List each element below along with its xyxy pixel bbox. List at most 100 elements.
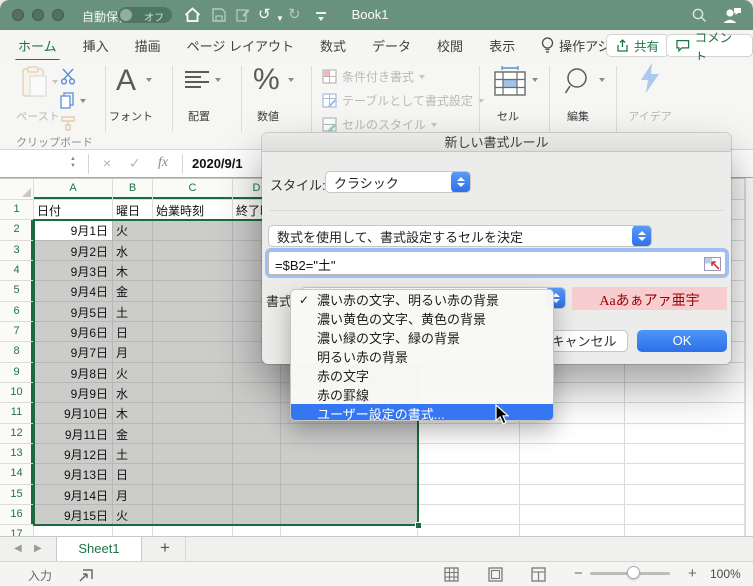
menu-item[interactable]: 明るい赤の背景 <box>291 347 553 366</box>
number-format-icon[interactable]: % <box>253 65 280 95</box>
rule-type-dropdown[interactable]: 数式を使用して、書式設定するセルを決定 <box>268 225 652 247</box>
font-icon[interactable]: A <box>116 66 136 96</box>
zoom-window-button[interactable] <box>52 9 64 21</box>
edit-mode-icon[interactable] <box>236 8 251 22</box>
sheet-cell[interactable] <box>625 484 745 505</box>
conditional-formatting-button[interactable]: 条件付き書式 <box>322 68 426 85</box>
font-chevron-icon[interactable] <box>146 78 152 82</box>
sheet-cell[interactable] <box>233 504 281 526</box>
redo-icon[interactable]: ↻ <box>288 6 301 24</box>
number-label[interactable]: 数値 <box>247 108 289 124</box>
minimize-window-button[interactable] <box>32 9 44 21</box>
cells-label[interactable]: セル <box>490 108 526 124</box>
row-header[interactable]: 1 <box>0 200 34 221</box>
sheet-cell[interactable]: 土 <box>113 301 153 322</box>
sheet-cell[interactable] <box>418 464 520 485</box>
copy-icon[interactable] <box>60 92 75 109</box>
sheet-cell[interactable] <box>625 382 745 404</box>
select-all-corner[interactable] <box>0 179 34 200</box>
autosave-toggle[interactable]: オフ <box>118 7 172 24</box>
zoom-level[interactable]: 100% <box>710 567 741 581</box>
sheet-cell[interactable] <box>281 423 418 444</box>
format-as-table-button[interactable]: テーブルとして書式設定 <box>322 92 484 109</box>
add-sheet-button[interactable]: + <box>152 538 178 558</box>
row-header[interactable]: 13 <box>0 443 34 465</box>
sheet-cell[interactable] <box>418 525 520 536</box>
name-box-stepper[interactable]: ▲ ▼ <box>70 156 76 170</box>
sheet-cell[interactable]: 9月2日 <box>34 240 113 261</box>
copy-chevron-icon[interactable] <box>80 99 86 103</box>
zoom-out-icon[interactable]: − <box>574 565 583 582</box>
sheet-cell[interactable] <box>153 281 233 302</box>
sheet-cell[interactable] <box>281 443 418 465</box>
zoom-slider-thumb[interactable] <box>627 566 640 579</box>
menu-item[interactable]: 濃い緑の文字、緑の背景 <box>291 328 553 347</box>
sheet-cell[interactable] <box>520 464 625 485</box>
tab-数式[interactable]: 数式 <box>320 36 346 55</box>
sheet-cell[interactable] <box>153 301 233 322</box>
sheet-cell[interactable] <box>233 382 281 404</box>
sheet-cell[interactable] <box>281 484 418 505</box>
ribbon-collapse-icon[interactable] <box>316 12 326 21</box>
sheet-cell[interactable] <box>153 464 233 485</box>
sheet-tab-sheet1[interactable]: Sheet1 <box>56 537 142 562</box>
alignment-label[interactable]: 配置 <box>178 108 220 124</box>
sheet-cell[interactable] <box>153 382 233 404</box>
undo-chevron-icon[interactable]: ▼ <box>276 10 284 28</box>
sheet-cell[interactable] <box>153 260 233 282</box>
sheet-cell[interactable] <box>153 403 233 424</box>
zoom-in-icon[interactable]: + <box>688 565 697 582</box>
sheet-cell[interactable] <box>153 484 233 505</box>
sheet-cell[interactable] <box>625 504 745 526</box>
sheet-cell[interactable] <box>153 362 233 383</box>
row-header[interactable]: 17 <box>0 525 34 536</box>
paste-chevron-icon[interactable] <box>52 80 58 84</box>
row-header[interactable]: 3 <box>0 240 34 261</box>
share-button[interactable]: 共有 <box>606 34 670 57</box>
menu-item[interactable]: ✓ 濃い赤の文字、明るい赤の背景 <box>291 290 553 309</box>
sheet-cell[interactable] <box>153 423 233 444</box>
sheet-cell[interactable] <box>418 504 520 526</box>
sheet-cell[interactable]: 水 <box>113 240 153 261</box>
sheet-cell[interactable] <box>153 220 233 241</box>
sheet-cell[interactable] <box>233 464 281 485</box>
sheet-cell[interactable]: 火 <box>113 220 153 241</box>
sheet-cell[interactable]: 火 <box>113 362 153 383</box>
sheet-cell[interactable] <box>113 525 153 536</box>
edit-label[interactable]: 編集 <box>560 108 596 124</box>
sheet-cell[interactable] <box>520 484 625 505</box>
sheet-cell[interactable] <box>153 240 233 261</box>
sheet-cell[interactable] <box>520 504 625 526</box>
row-header[interactable]: 4 <box>0 260 34 282</box>
row-header[interactable]: 10 <box>0 382 34 404</box>
sheet-cell[interactable] <box>625 525 745 536</box>
sheet-cell[interactable] <box>34 525 113 536</box>
menu-item[interactable]: 赤の罫線 <box>291 385 553 404</box>
row-header[interactable]: 2 <box>0 220 34 241</box>
sheet-cell[interactable]: 9月6日 <box>34 321 113 343</box>
sheet-cell[interactable]: 9月5日 <box>34 301 113 322</box>
edit-chevron-icon[interactable] <box>599 78 605 82</box>
menu-item[interactable]: 赤の文字 <box>291 366 553 385</box>
sheet-cell[interactable] <box>233 525 281 536</box>
sheet-cell[interactable]: 日 <box>113 321 153 343</box>
row-header[interactable]: 14 <box>0 464 34 485</box>
ideas-icon[interactable] <box>638 62 662 94</box>
sheet-cell[interactable]: 9月1日 <box>34 220 113 241</box>
row-header[interactable]: 12 <box>0 423 34 444</box>
cancel-entry-icon[interactable]: × <box>103 155 111 171</box>
ok-button[interactable]: OK <box>637 330 727 352</box>
sheet-cell[interactable] <box>418 423 520 444</box>
tab-表示[interactable]: 表示 <box>489 36 515 55</box>
cells-chevron-icon[interactable] <box>532 78 538 82</box>
page-layout-view-icon[interactable] <box>488 567 503 582</box>
tab-校閲[interactable]: 校閲 <box>437 36 463 55</box>
sheet-cell[interactable] <box>153 504 233 526</box>
range-selector-icon[interactable] <box>704 257 721 271</box>
sheet-cell[interactable] <box>625 362 745 383</box>
row-header[interactable]: 11 <box>0 403 34 424</box>
column-header[interactable]: B <box>113 179 153 200</box>
tab-挿入[interactable]: 挿入 <box>83 36 109 55</box>
normal-view-icon[interactable] <box>444 567 459 582</box>
sheet-cell[interactable] <box>233 484 281 505</box>
